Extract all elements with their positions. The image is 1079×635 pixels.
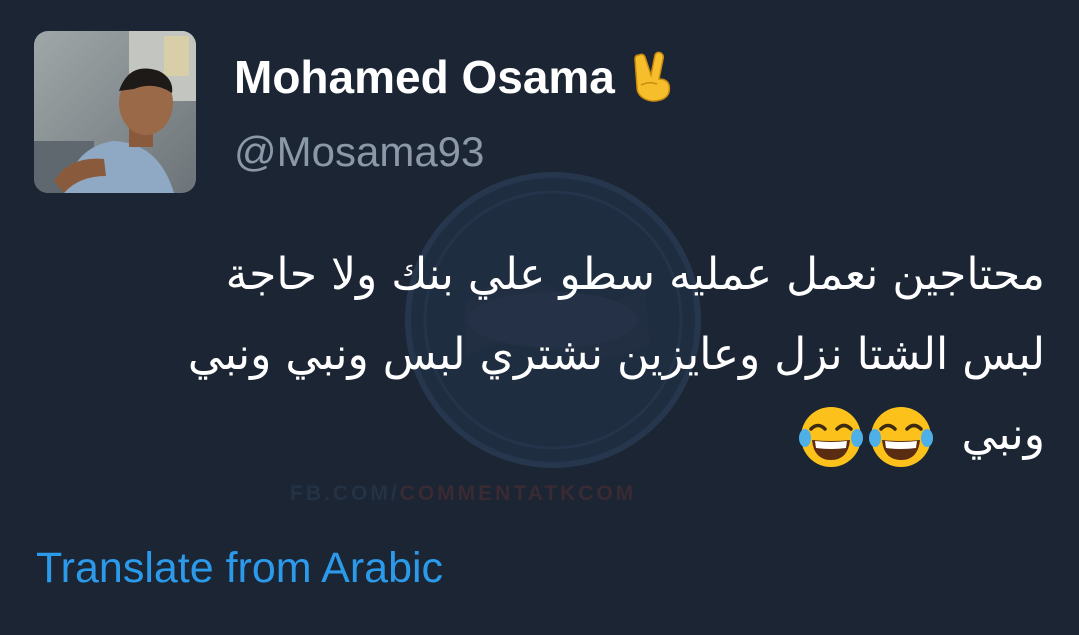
tweet-text-line-3: ونبي bbox=[40, 392, 1045, 472]
tweet-card: FB.COM/COMMENTATKCOM Mohamed Osama @Mosa… bbox=[0, 0, 1079, 635]
watermark-footer-brand: COMMENTATKCOM bbox=[399, 482, 637, 505]
face-with-tears-of-joy-icon bbox=[798, 407, 863, 467]
display-name[interactable]: Mohamed Osama bbox=[234, 50, 675, 104]
tweet-text: محتاجين نعمل عمليه سطو علي بنك ولا حاجة … bbox=[40, 232, 1045, 472]
avatar-photo bbox=[34, 31, 196, 193]
face-with-tears-of-joy-icon bbox=[868, 407, 933, 467]
tweet-text-line-2: لبس الشتا نزل وعايزين نشتري لبس ونبي ونب… bbox=[187, 329, 1045, 380]
victory-hand-icon bbox=[634, 51, 671, 102]
avatar[interactable] bbox=[34, 31, 196, 193]
translate-link[interactable]: Translate from Arabic bbox=[36, 544, 443, 593]
user-handle[interactable]: @Mosama93 bbox=[234, 128, 484, 176]
display-name-text: Mohamed Osama bbox=[234, 51, 615, 103]
tweet-text-line-1: محتاجين نعمل عمليه سطو علي بنك ولا حاجة bbox=[225, 249, 1045, 300]
tweet-text-line-3-text: ونبي bbox=[961, 409, 1045, 460]
emoji-row bbox=[798, 404, 934, 470]
watermark-footer-prefix: FB.COM/ bbox=[290, 482, 400, 505]
watermark-footer: FB.COM/COMMENTATKCOM bbox=[290, 482, 810, 506]
